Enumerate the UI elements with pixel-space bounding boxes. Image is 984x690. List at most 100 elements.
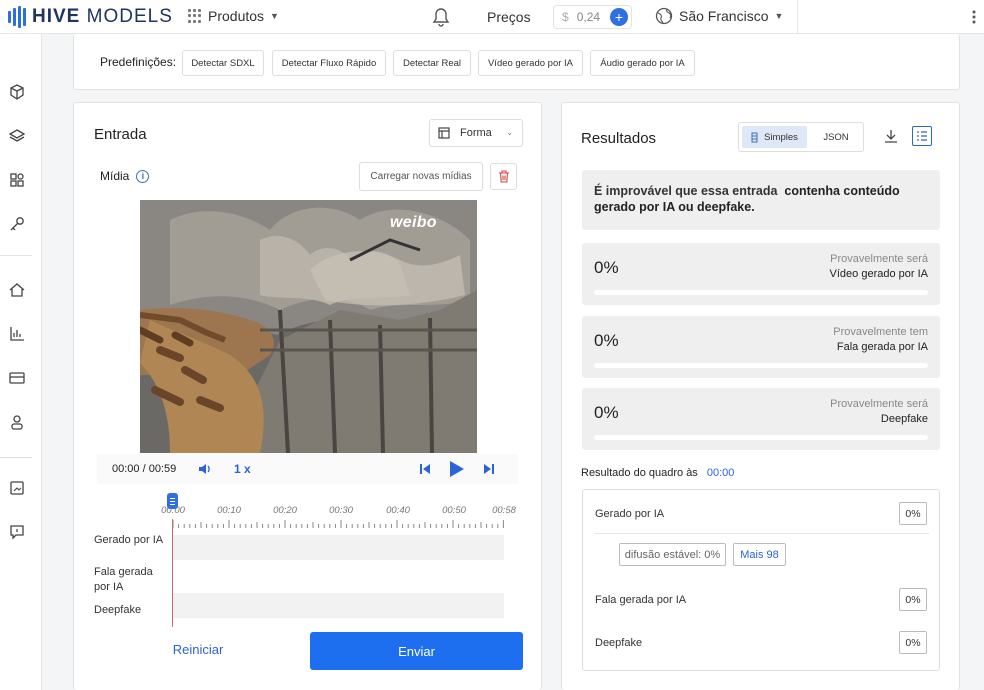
results-panel: Resultados Simples JSON É improvável que… <box>561 102 960 690</box>
metric-caption: Provavelmente tem <box>833 326 928 338</box>
reset-button[interactable]: Reiniciar <box>166 642 230 657</box>
input-mode-select[interactable]: Forma ⌄ <box>429 119 523 147</box>
playback-speed[interactable]: 1 x <box>234 462 251 476</box>
metric-caption: Provavelmente será <box>830 398 928 410</box>
frame-row-label: Fala gerada por IA <box>595 594 687 606</box>
cube-icon[interactable] <box>8 83 26 101</box>
timeline-ruler <box>173 520 504 528</box>
bell-icon[interactable] <box>432 7 450 27</box>
view-simple-label: Simples <box>764 131 798 143</box>
form-layout-icon <box>438 127 450 139</box>
input-title: Entrada <box>94 126 147 143</box>
metric-value: 0% <box>594 331 619 350</box>
frame-divider <box>595 533 929 534</box>
products-menu[interactable]: Produtos ▼ <box>188 8 279 24</box>
watermark-text: weibo <box>390 214 437 231</box>
balance-widget: $ 0,24 + <box>553 5 632 29</box>
preset-detect-real[interactable]: Detectar Real <box>393 50 471 76</box>
key-icon[interactable] <box>8 215 26 233</box>
presets-card: Predefinições: Detectar SDXL Detectar Fl… <box>73 34 960 90</box>
volume-icon[interactable] <box>198 462 212 476</box>
metric-label: Fala gerada por IA <box>836 341 928 353</box>
video-controls: 00:00 / 00:59 1 x <box>97 454 518 484</box>
playhead-handle[interactable] <box>167 493 178 509</box>
info-icon[interactable]: i <box>136 169 150 183</box>
balance-amount: 0,24 <box>576 10 601 24</box>
timeline-tick: 00:20 <box>273 505 297 516</box>
detail-list-button[interactable] <box>912 126 932 146</box>
location-selector[interactable]: São Francisco ▼ <box>655 7 783 25</box>
home-icon[interactable] <box>8 281 26 299</box>
skip-forward-icon[interactable] <box>483 463 495 475</box>
billing-card-icon[interactable] <box>8 369 26 387</box>
list-icon <box>917 131 927 141</box>
frame-result-time[interactable]: 00:00 <box>707 467 735 479</box>
frame-row-label: Gerado por IA <box>595 508 665 520</box>
metric-caption: Provavelmente será <box>830 253 928 265</box>
class-tag: difusão estável: 0% <box>619 543 726 566</box>
presets-label: Predefinições: <box>100 55 177 69</box>
simple-view-icon <box>751 132 758 142</box>
brand-name: HIVE MODELS <box>32 6 173 27</box>
view-json-tab[interactable]: JSON <box>811 126 861 148</box>
metric-label: Vídeo gerado por IA <box>829 268 928 280</box>
timeline-tick: 00:50 <box>442 505 466 516</box>
caret-down-icon: ▼ <box>270 11 279 21</box>
track-deepfake <box>173 593 504 618</box>
skip-back-icon[interactable] <box>419 463 431 475</box>
add-credit-button[interactable]: + <box>610 8 628 26</box>
pricing-link[interactable]: Preços <box>487 9 531 25</box>
frame-result-heading: Resultado do quadro às 00:00 <box>581 467 734 479</box>
preset-ai-video[interactable]: Vídeo gerado por IA <box>478 50 583 76</box>
frame-row-value: 0% <box>899 502 927 525</box>
timeline[interactable]: 00:00 00:10 00:20 00:30 00:40 00:50 00:5… <box>94 493 526 627</box>
view-simple-tab[interactable]: Simples <box>742 126 807 148</box>
preset-ai-audio[interactable]: Áudio gerado por IA <box>590 50 695 76</box>
metric-deepfake: 0% Provavelmente será Deepfake <box>582 388 940 450</box>
metric-progress-bar <box>594 290 928 295</box>
upload-media-button[interactable]: Carregar novas mídias <box>359 162 483 191</box>
sidebar-divider <box>0 457 32 458</box>
chart-icon[interactable] <box>8 325 26 343</box>
preset-detect-fast-flow[interactable]: Detectar Fluxo Rápido <box>272 50 386 76</box>
preset-detect-sdxl[interactable]: Detectar SDXL <box>182 50 264 76</box>
apps-icon[interactable] <box>8 171 26 189</box>
more-options-icon[interactable] <box>966 9 982 25</box>
download-icon[interactable] <box>884 129 898 143</box>
giraffe-video-frame <box>140 200 477 453</box>
apps-grid-icon <box>188 9 202 23</box>
track-label-deepfake: Deepfake <box>94 604 142 616</box>
frame-result-card: Gerado por IA 0% difusão estável: 0% Mai… <box>582 489 940 671</box>
delete-media-button[interactable] <box>490 163 517 190</box>
input-mode-label: Forma <box>460 127 492 139</box>
submit-button[interactable]: Enviar <box>310 632 523 670</box>
video-preview[interactable]: weibo <box>140 200 477 453</box>
feedback-icon[interactable] <box>8 523 26 541</box>
layers-icon[interactable] <box>8 127 26 145</box>
frame-row-value: 0% <box>899 631 927 654</box>
metric-label: Deepfake <box>880 413 928 425</box>
metric-value: 0% <box>594 258 619 277</box>
more-classes-button[interactable]: Mais 98 <box>733 543 786 566</box>
metric-progress-bar <box>594 363 928 368</box>
track-label-ai-generated: Gerado por IA <box>94 534 164 546</box>
metric-progress-bar <box>594 435 928 440</box>
track-label-ai-speech: Fala gerada por IA <box>94 566 153 593</box>
docs-icon[interactable] <box>8 479 26 497</box>
frame-row-value: 0% <box>899 588 927 611</box>
logo-bars-icon <box>8 6 26 28</box>
timeline-tick: 00:10 <box>217 505 241 516</box>
play-icon[interactable] <box>448 460 465 478</box>
user-icon[interactable] <box>8 413 26 431</box>
timeline-tick: 00:40 <box>386 505 410 516</box>
hive-logo[interactable]: HIVE MODELS <box>8 6 173 28</box>
frame-row-label: Deepfake <box>595 637 643 649</box>
results-summary: É improvável que essa entrada contenha c… <box>582 170 940 230</box>
timeline-tick: 00:58 <box>492 505 516 516</box>
caret-down-icon: ▼ <box>774 11 784 21</box>
media-label: Mídia <box>100 169 130 183</box>
metric-value: 0% <box>594 403 619 422</box>
products-label: Produtos <box>208 8 265 24</box>
chevron-down-icon: ⌄ <box>506 128 513 137</box>
summary-prefix: É improvável que essa entrada <box>594 184 778 198</box>
